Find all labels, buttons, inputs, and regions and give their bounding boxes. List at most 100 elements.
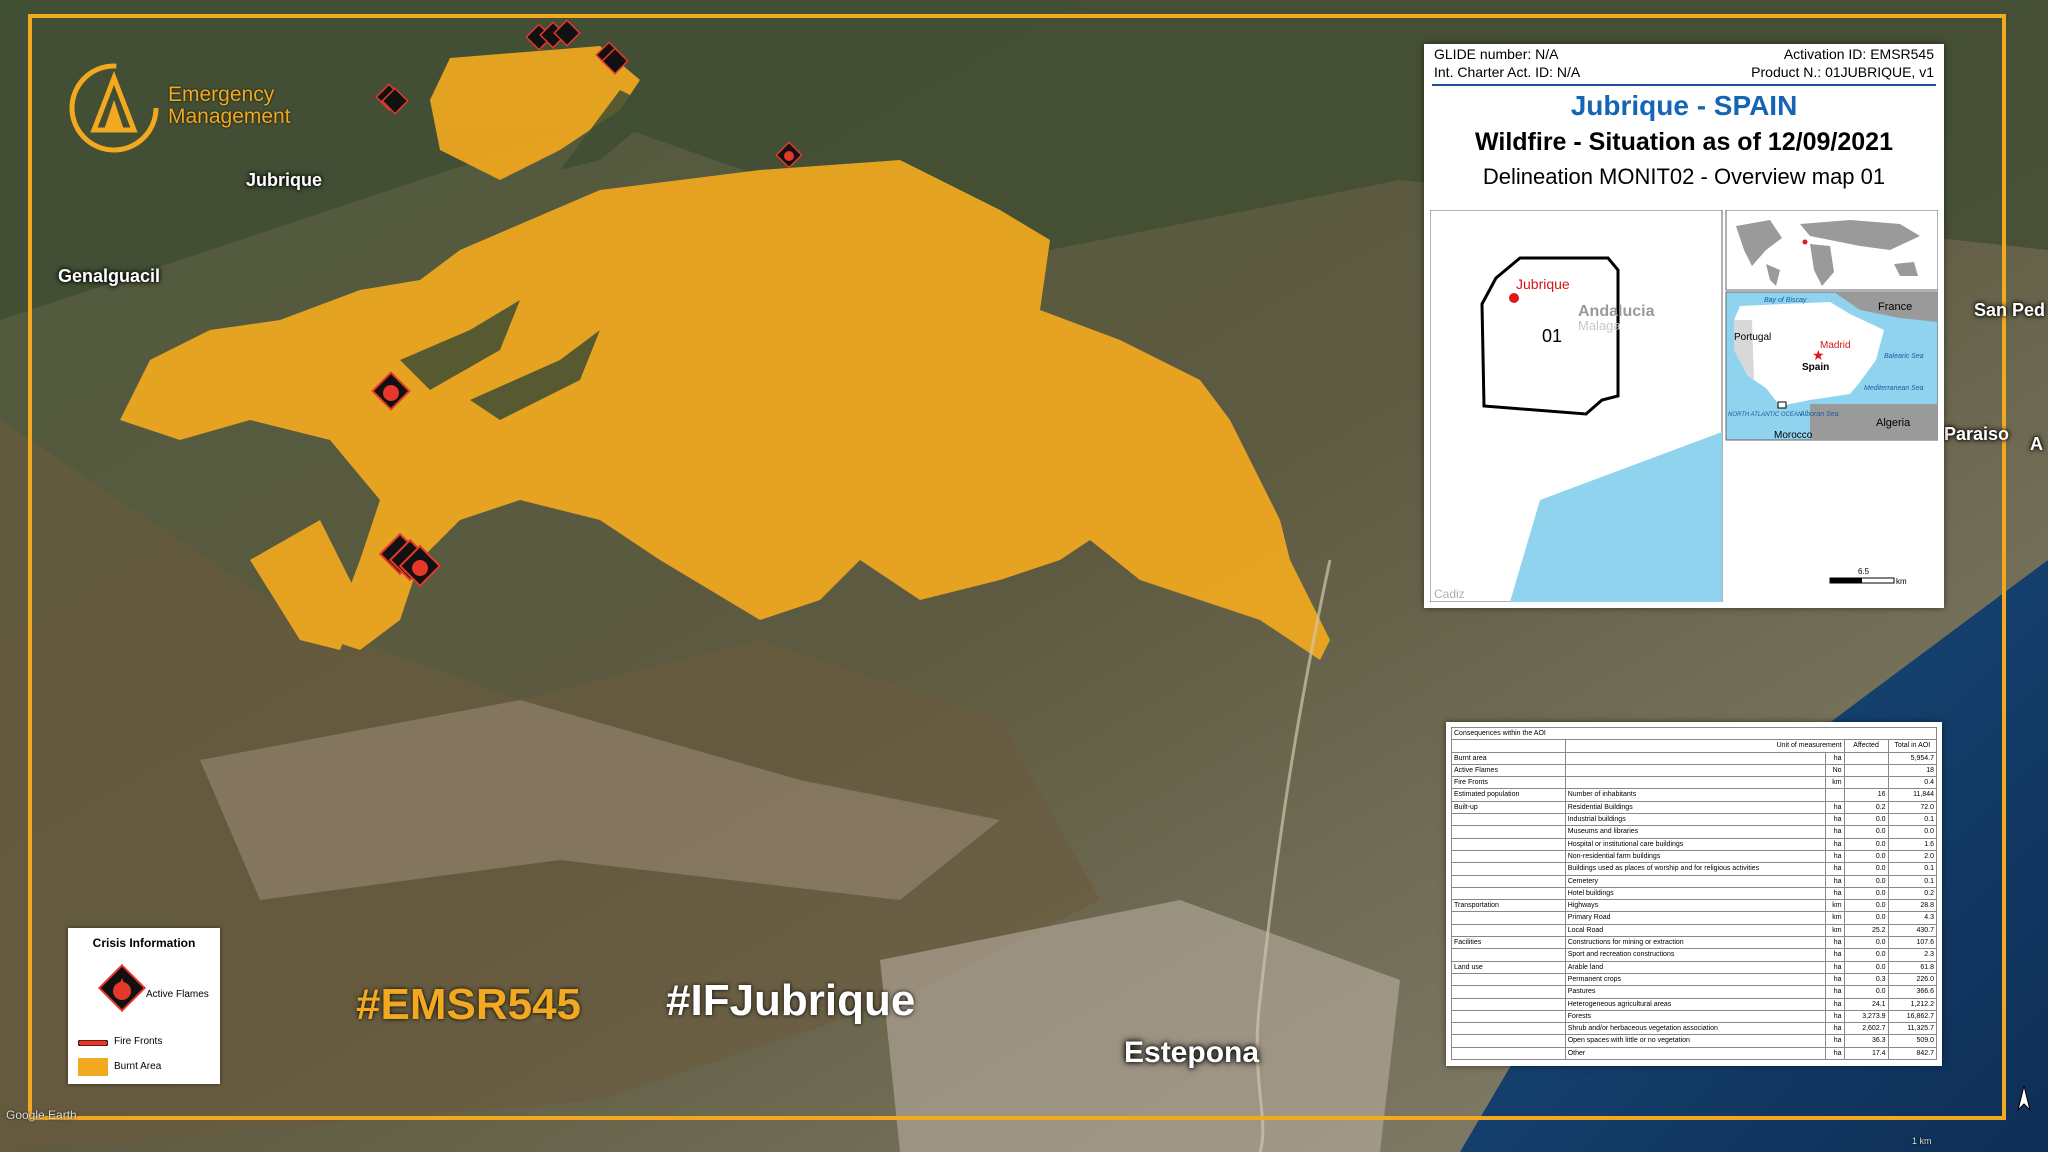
cell-total: 0.1 — [1887, 874, 1938, 888]
cell-category — [1451, 911, 1566, 925]
cell-total: 1,212.2 — [1887, 997, 1938, 1011]
cell-item: Shrub and/or herbaceous vegetation assoc… — [1564, 1022, 1826, 1036]
cell-total: 18 — [1887, 763, 1938, 778]
cell-affected: 0.0 — [1843, 911, 1889, 925]
cell-affected: 0.0 — [1843, 849, 1889, 864]
cell-unit: ha — [1824, 751, 1845, 765]
cell-item — [1564, 763, 1826, 778]
place-label-estepona: Estepona — [1124, 1036, 1260, 1069]
cell-total: 61.8 — [1887, 960, 1938, 974]
cell-item: Residential Buildings — [1564, 800, 1826, 815]
consequences-table: Consequences within the AOI Unit of meas… — [1451, 726, 1938, 1061]
north-arrow-icon — [2017, 1085, 2031, 1112]
cell-unit: km — [1824, 911, 1845, 925]
cell-total: 226.0 — [1887, 972, 1938, 987]
logo-line-2: Management — [168, 105, 291, 128]
scale-label: 1 km — [1912, 1136, 1932, 1146]
cell-total: 0.4 — [1887, 776, 1938, 790]
cell-total: 0.2 — [1887, 886, 1938, 901]
cell-total: 4.3 — [1887, 911, 1938, 925]
cell-affected: 0.0 — [1843, 899, 1889, 913]
map-subtitle: Wildfire - Situation as of 12/09/2021 — [1475, 128, 1893, 156]
cell-affected — [1843, 751, 1889, 765]
cell-affected: 0.3 — [1843, 972, 1889, 987]
cell-category — [1451, 825, 1566, 839]
cell-category: Active Flames — [1451, 763, 1566, 778]
legend-fronts-label: Fire Fronts — [114, 1036, 163, 1047]
cell-unit: ha — [1824, 972, 1845, 987]
cell-item: Museums and libraries — [1564, 825, 1826, 839]
table-row: Cemetery ha 0.0 0.1 — [1451, 874, 1938, 888]
cell-affected: 0.0 — [1843, 837, 1889, 851]
consequences-table-panel: Consequences within the AOI Unit of meas… — [1446, 722, 1942, 1066]
legend: Crisis Information Active Flames Fire Fr… — [68, 928, 220, 1084]
cell-item: Constructions for mining or extraction — [1564, 936, 1826, 950]
cell-affected: 25.2 — [1843, 923, 1889, 938]
emergency-management-logo: Emergency Management — [66, 60, 306, 160]
cell-affected: 2,602.7 — [1843, 1022, 1889, 1036]
cell-unit: km — [1824, 923, 1845, 938]
header-divider — [1432, 84, 1936, 86]
cell-total: 11,844 — [1887, 788, 1938, 802]
cell-unit: ha — [1824, 813, 1845, 827]
inset-label-atlantic: NORTH ATLANTIC OCEAN — [1728, 412, 1803, 418]
table-row: Built-up Residential Buildings ha 0.2 72.0 — [1451, 800, 1938, 815]
cell-unit: ha — [1824, 874, 1845, 888]
cell-unit: ha — [1824, 800, 1845, 815]
cell-item: Forests — [1564, 1009, 1826, 1024]
active-flames-icon[interactable] — [772, 138, 806, 172]
cell-total: 5,954.7 — [1887, 751, 1938, 765]
active-flames-icon[interactable] — [524, 20, 584, 60]
header-unit: Unit of measurement — [1564, 739, 1845, 753]
cell-affected: 0.0 — [1843, 825, 1889, 839]
inset-label-portugal: Portugal — [1734, 332, 1771, 343]
place-label-san-pedro: San Ped — [1974, 300, 2046, 320]
cell-unit: ha — [1824, 948, 1845, 962]
cell-category — [1451, 1022, 1566, 1036]
cell-affected: 0.0 — [1843, 886, 1889, 901]
inset-aoi-label: 01 — [1542, 326, 1562, 346]
cell-unit: km — [1824, 776, 1845, 790]
cell-item: Arable land — [1564, 960, 1826, 974]
cell-affected: 0.0 — [1843, 862, 1889, 876]
active-flames-legend-icon — [97, 963, 147, 1013]
cell-category — [1451, 923, 1566, 938]
table-row: Forests ha 3,273.9 16,862.7 — [1451, 1009, 1938, 1024]
table-header-row: Unit of measurement Affected Total in AO… — [1451, 739, 1938, 753]
legend-title: Crisis Information — [92, 936, 196, 950]
cell-total: 72.0 — [1887, 800, 1938, 815]
table-row: Shrub and/or herbaceous vegetation assoc… — [1451, 1022, 1938, 1036]
cell-total: 2.0 — [1887, 849, 1938, 864]
cell-category: Built-up — [1451, 800, 1566, 815]
cell-affected: 0.0 — [1843, 960, 1889, 974]
cell-unit: ha — [1824, 837, 1845, 851]
cell-category — [1451, 1046, 1566, 1061]
cell-unit: ha — [1824, 960, 1845, 974]
cell-item — [1564, 751, 1826, 765]
cell-affected: 0.0 — [1843, 948, 1889, 962]
cell-unit: ha — [1824, 997, 1845, 1011]
active-flames-icon[interactable] — [592, 38, 632, 78]
cell-category: Transportation — [1451, 899, 1566, 913]
cell-category: Fire Fronts — [1451, 776, 1566, 790]
cell-total: 28.8 — [1887, 899, 1938, 913]
table-row: Facilities Constructions for mining or ex… — [1451, 936, 1938, 950]
cell-unit: km — [1824, 899, 1845, 913]
cell-item: Hotel buildings — [1564, 886, 1826, 901]
place-label-a: A — [2030, 434, 2043, 454]
active-flames-icon[interactable] — [368, 368, 414, 414]
inset-label-biscay: Bay of Biscay — [1764, 297, 1807, 304]
table-row: Estimated population Number of inhabitant… — [1451, 788, 1938, 802]
cell-category — [1451, 948, 1566, 962]
active-flames-icon[interactable] — [374, 530, 448, 596]
cell-total: 11,325.7 — [1887, 1022, 1938, 1036]
table-row: Sport and recreation constructions ha 0.0 2… — [1451, 948, 1938, 962]
map-subtitle-2: Delineation MONIT02 - Overview map 01 — [1482, 164, 1886, 189]
cell-item — [1564, 776, 1826, 790]
active-flames-icon[interactable] — [372, 82, 412, 118]
inset-label-alboran: Alboran Sea — [1799, 411, 1839, 418]
cell-unit: No — [1824, 763, 1845, 778]
cell-item: Primary Road — [1564, 911, 1826, 925]
inset-cadiz-label: Cadiz — [1434, 587, 1465, 601]
cell-affected: 0.0 — [1843, 985, 1889, 999]
